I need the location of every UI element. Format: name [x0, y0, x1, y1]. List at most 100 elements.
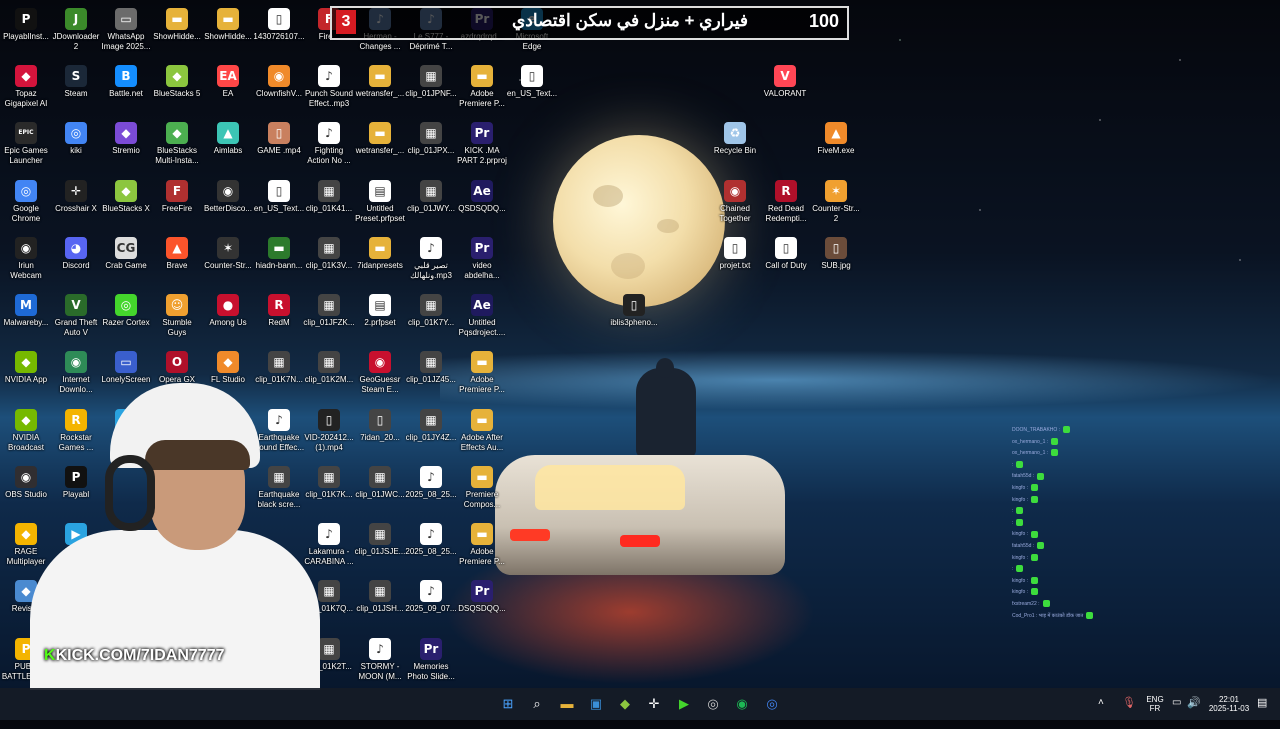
desktop-icon[interactable]: ▬ Adobe After Effects Au... [456, 407, 508, 462]
desktop-icon[interactable]: ◉ GeoGuessr Steam E... [354, 349, 406, 404]
taskbar-store-icon[interactable]: ▣ [584, 692, 608, 716]
desktop-icon[interactable]: ▯ en_US_Text... [253, 178, 305, 233]
desktop-icon[interactable]: ◉ Chained Together [709, 178, 761, 233]
desktop-icon[interactable]: ▭ WhatsApp Image 2025... [100, 6, 152, 61]
desktop-icon[interactable]: ♪ 2025_09_07... [405, 578, 457, 633]
desktop-icon[interactable]: ◎ Google Chrome [0, 178, 52, 233]
network-icon[interactable]: ▭ [1172, 697, 1181, 729]
tray-clock[interactable]: 22:01 2025-11-03 [1206, 695, 1252, 727]
desktop-icon[interactable]: ▤ 2.prfpset [354, 292, 406, 347]
desktop-icon[interactable]: ◆ BlueStacks X [100, 178, 152, 233]
taskbar-file-explorer-icon[interactable]: ▬ [555, 692, 579, 716]
taskbar-bluestacks-icon[interactable]: ◆ [613, 692, 637, 716]
desktop-icon[interactable]: R RedM [253, 292, 305, 347]
desktop-icon[interactable]: ♪ 2025_08_25... [405, 464, 457, 519]
desktop-icon[interactable]: ♪ تصير قلبي ونلهالك.mp3 [405, 235, 457, 290]
desktop-icon[interactable]: ▯ en_US_Text... [506, 63, 558, 118]
tray-language[interactable]: ENG FR [1144, 695, 1166, 727]
desktop-icon[interactable]: ▬ Adobe Premiere P... [456, 349, 508, 404]
desktop-icon[interactable]: ◆ Topaz Gigapixel AI [0, 63, 52, 118]
desktop-icon[interactable]: EA EA [202, 63, 254, 118]
desktop-icon[interactable]: R Red Dead Redempti... [760, 178, 812, 233]
desktop-icon[interactable]: ▯ iblis3pheno... [608, 292, 660, 347]
desktop-icon[interactable]: M Malwareby... [0, 292, 52, 347]
desktop-icon[interactable]: ▦ clip_01JWY... [405, 178, 457, 233]
desktop-icon[interactable]: ▲ FiveM.exe [810, 120, 862, 175]
desktop-icon[interactable]: ▲ Brave [151, 235, 203, 290]
desktop-icon[interactable]: ▦ clip_01JPX... [405, 120, 457, 175]
desktop-icon[interactable]: ▯ SUB.jpg [810, 235, 862, 290]
desktop-icon[interactable]: ▦ clip_01K7Y... [405, 292, 457, 347]
desktop-icon[interactable]: ▯ Call of Duty [760, 235, 812, 290]
desktop-icon[interactable]: ▬ Adobe Premiere P... [456, 521, 508, 576]
desktop-icon[interactable]: F FreeFire [151, 178, 203, 233]
desktop-icon[interactable]: ▦ clip_01JZ45... [405, 349, 457, 404]
desktop-icon[interactable]: ▦ clip_01JSH... [354, 578, 406, 633]
desktop-icon[interactable]: S Steam [50, 63, 102, 118]
desktop-icon[interactable]: CG Crab Game [100, 235, 152, 290]
desktop-icon[interactable]: Pr DSQSDQQ... [456, 578, 508, 633]
desktop-icon[interactable]: ◉ ClownfishV... [253, 63, 305, 118]
desktop-icon[interactable]: ◆ BlueStacks 5 [151, 63, 203, 118]
desktop-icon[interactable]: Pr video abdelha... [456, 235, 508, 290]
desktop-icon[interactable]: ♪ 2025_08_25... [405, 521, 457, 576]
desktop-icon[interactable]: Ae Untitled Pqsdroject.... [456, 292, 508, 347]
desktop-icon[interactable]: ▦ clip_01K3V... [303, 235, 355, 290]
desktop-icon[interactable]: Pr Memories Photo Slide... [405, 636, 457, 691]
desktop-icon[interactable]: ◕ Discord [50, 235, 102, 290]
desktop-icon[interactable]: ▯ projet.txt [709, 235, 761, 290]
desktop-icon[interactable]: ▬ wetransfer_... [354, 120, 406, 175]
desktop-icon[interactable]: ▯ GAME .mp4 [253, 120, 305, 175]
desktop-icon[interactable]: ▯ 1430726107... [253, 6, 305, 61]
desktop-icon[interactable]: ♪ Fighting Action No ... [303, 120, 355, 175]
desktop-icon[interactable]: ▬ hiadn-bann... [253, 235, 305, 290]
taskbar-chrome-icon[interactable]: ◎ [760, 692, 784, 716]
desktop-icon[interactable]: V Grand Theft Auto V [50, 292, 102, 347]
desktop-icon[interactable]: ✶ Counter-Str... [202, 235, 254, 290]
desktop-icon[interactable]: ◎ Razer Cortex [100, 292, 152, 347]
desktop-icon[interactable]: ▬ ShowHidde... [151, 6, 203, 61]
volume-icon[interactable]: 🔊 [1187, 696, 1201, 728]
desktop-icon[interactable]: ▬ 7idanpresets [354, 235, 406, 290]
tray-chevron-icon[interactable]: ˄ [1098, 697, 1104, 729]
desktop-icon[interactable]: EPIC Epic Games Launcher [0, 120, 52, 175]
desktop-icon[interactable]: ▦ clip_01K41... [303, 178, 355, 233]
desktop-icon[interactable]: ▲ Aimlabs [202, 120, 254, 175]
desktop-icon[interactable]: P PlayablInst... [0, 6, 52, 61]
desktop-icon[interactable]: ✛ Crosshair X [50, 178, 102, 233]
desktop-icon[interactable]: ▬ ShowHidde... [202, 6, 254, 61]
desktop-icon[interactable]: ◆ BlueStacks Multi-Insta... [151, 120, 203, 175]
desktop-icon[interactable]: V VALORANT [759, 63, 811, 118]
taskbar-search-icon[interactable]: ⌕ [525, 692, 549, 716]
desktop-icon[interactable]: ▯ 7idan_20... [354, 407, 406, 462]
notification-icon[interactable]: ▤ [1257, 696, 1267, 728]
desktop-icon[interactable]: ◉ BetterDisco... [202, 178, 254, 233]
taskbar-spotify-icon[interactable]: ◉ [730, 692, 754, 716]
desktop-icon[interactable]: ▬ Premiere Compos... [456, 464, 508, 519]
desktop-icon[interactable]: ▦ clip_01JSJE... [354, 521, 406, 576]
taskbar-crosshair-icon[interactable]: ✛ [642, 692, 666, 716]
desktop-icon[interactable]: J JDownloader 2 [50, 6, 102, 61]
tray-mic-icon[interactable]: 🎙 [1122, 696, 1136, 728]
desktop-icon[interactable]: ▦ clip_01JPNF... [405, 63, 457, 118]
desktop-icon[interactable]: ☺ Stumble Guys [151, 292, 203, 347]
desktop-icon[interactable]: ◆ Stremio [100, 120, 152, 175]
desktop-icon[interactable]: ◎ kiki [50, 120, 102, 175]
desktop-icon[interactable]: ✶ Counter-Str... 2 [810, 178, 862, 233]
desktop-icon[interactable]: ◉ Iriun Webcam [0, 235, 52, 290]
desktop-icon[interactable]: Pr KICK .MA PART 2.prproj [456, 120, 508, 175]
desktop-icon[interactable]: ● Among Us [202, 292, 254, 347]
desktop-icon[interactable]: ▬ Adobe Premiere P... [456, 63, 508, 118]
desktop-icon[interactable]: ♻ Recycle Bin [709, 120, 761, 175]
desktop-icon[interactable]: Ae QSDSQDQ... [456, 178, 508, 233]
taskbar-start-icon[interactable]: ⊞ [496, 692, 520, 716]
desktop-icon[interactable]: ▤ Untitled Preset.prfpset [354, 178, 406, 233]
desktop-icon[interactable]: ♪ Punch Sound Effect..mp3 [303, 63, 355, 118]
desktop-icon[interactable]: ▦ clip_01JY4Z... [405, 407, 457, 462]
desktop-icon[interactable]: ▦ clip_01JWC... [354, 464, 406, 519]
desktop-icon[interactable]: ▬ wetransfer_... [354, 63, 406, 118]
desktop-icon[interactable]: ♪ STORMY - MOON (M... [354, 636, 406, 691]
taskbar-obs-icon[interactable]: ◎ [701, 692, 725, 716]
taskbar-razer-icon[interactable]: ▶ [672, 692, 696, 716]
desktop-icon[interactable]: ▦ clip_01JFZK... [303, 292, 355, 347]
